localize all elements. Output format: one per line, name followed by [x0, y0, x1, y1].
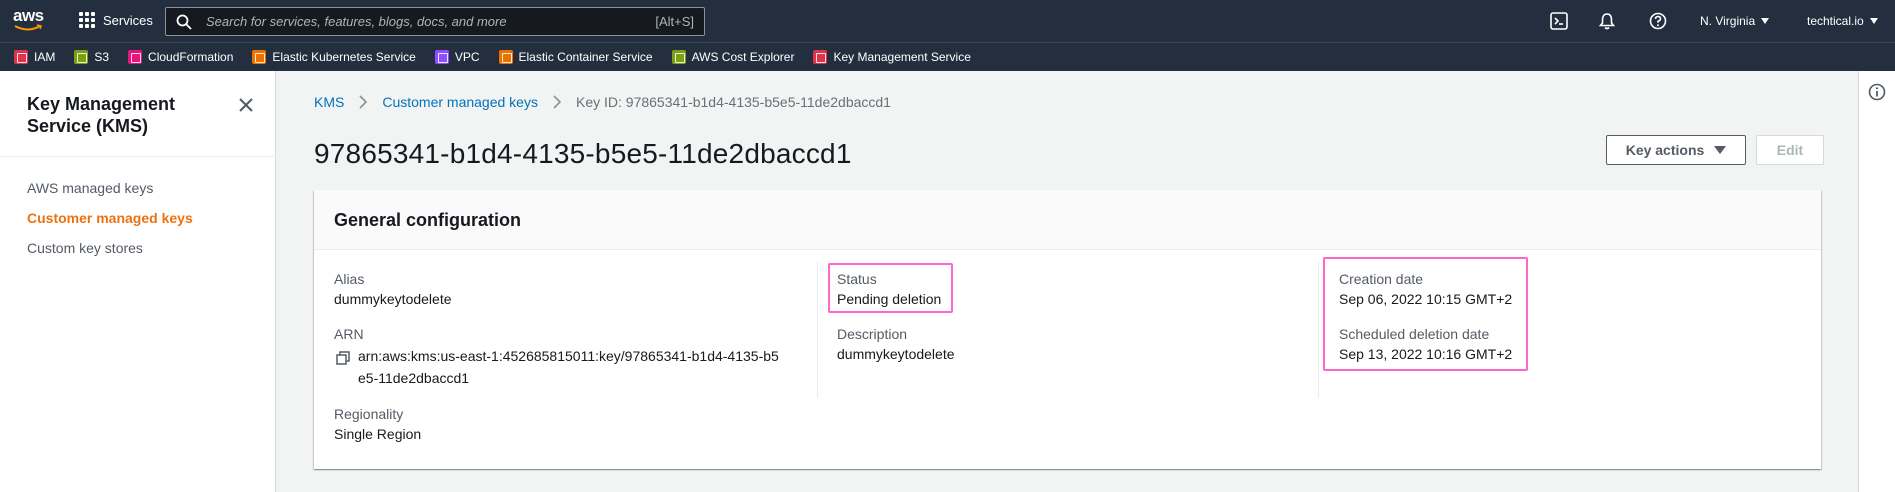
regionality-label: Regionality [334, 406, 404, 422]
copy-icon[interactable] [336, 351, 350, 365]
breadcrumb-kms[interactable]: KMS [314, 94, 344, 110]
alias-value: dummykeytodelete [334, 291, 452, 307]
service-icon [498, 50, 513, 64]
description-value: dummykeytodelete [837, 346, 955, 362]
creation-date-value: Sep 06, 2022 10:15 GMT+2 [1339, 291, 1513, 307]
favorite-s3[interactable]: S3 [74, 50, 109, 64]
favorite-key-management-service[interactable]: Key Management Service [813, 50, 971, 64]
service-icon [252, 50, 267, 64]
search-input[interactable]: Search for services, features, blogs, do… [206, 14, 655, 29]
key-actions-button[interactable]: Key actions [1606, 135, 1746, 165]
arn-label: ARN [334, 326, 364, 342]
sidebar-divider [0, 156, 276, 157]
favorite-label: S3 [94, 50, 110, 64]
breadcrumb: KMS Customer managed keys Key ID: 978653… [314, 94, 891, 110]
services-menu-button[interactable]: Services [79, 12, 153, 28]
favorite-elastic-container-service[interactable]: Elastic Container Service [498, 50, 653, 64]
favorite-label: CloudFormation [148, 50, 234, 64]
service-icon [14, 50, 28, 64]
alias-label: Alias [334, 271, 365, 287]
search-icon [176, 14, 192, 30]
sidebar-item-customer-managed-keys[interactable]: Customer managed keys [27, 210, 193, 226]
service-icon [128, 50, 143, 64]
breadcrumb-customer-managed-keys[interactable]: Customer managed keys [382, 94, 538, 110]
caret-down-icon [1714, 146, 1727, 154]
sidebar-item-aws-managed-keys[interactable]: AWS managed keys [27, 180, 153, 196]
aws-logo[interactable]: aws [13, 6, 47, 34]
cloudshell-icon[interactable] [1550, 12, 1568, 30]
favorite-cloudformation[interactable]: CloudFormation [128, 50, 233, 64]
favorite-vpc[interactable]: VPC [434, 50, 480, 64]
panel-header: General configuration [314, 190, 1821, 250]
side-navigation: Key Management Service (KMS) AWS managed… [0, 71, 276, 492]
search-shortcut-hint: [Alt+S] [655, 14, 694, 29]
chevron-down-icon [1761, 18, 1770, 24]
favorite-label: AWS Cost Explorer [691, 50, 795, 64]
chevron-down-icon [1869, 18, 1878, 24]
favorite-label: IAM [34, 50, 56, 64]
scheduled-deletion-label: Scheduled deletion date [1339, 326, 1490, 342]
favorite-label: VPC [454, 50, 480, 64]
account-label: techtical.io [1807, 14, 1864, 28]
top-navigation: aws Services Search for services, featur… [0, 0, 1895, 42]
bell-icon[interactable] [1598, 12, 1616, 30]
key-actions-label: Key actions [1625, 142, 1705, 158]
chevron-right-icon [553, 95, 562, 109]
search-bar[interactable]: Search for services, features, blogs, do… [165, 7, 705, 36]
general-configuration-panel: General configuration Alias dummykeytode… [314, 190, 1821, 469]
sidebar-title: Key Management Service (KMS) [27, 94, 176, 136]
creation-date-label: Creation date [1339, 271, 1424, 287]
edit-button[interactable]: Edit [1756, 135, 1824, 165]
status-label: Status [837, 271, 877, 287]
breadcrumb-current: Key ID: 97865341-b1d4-4135-b5e5-11de2dba… [575, 94, 891, 110]
service-icon [671, 50, 686, 64]
tools-panel-strip [1858, 71, 1895, 492]
aws-logo-text: aws [13, 6, 44, 25]
region-selector[interactable]: N. Virginia [1700, 14, 1770, 28]
description-label: Description [837, 326, 908, 342]
column-divider [1318, 262, 1319, 398]
scheduled-deletion-value: Sep 13, 2022 10:16 GMT+2 [1339, 346, 1513, 362]
chevron-right-icon [359, 95, 368, 109]
arn-value-line1: arn:aws:kms:us-east-1:452685815011:key/9… [358, 348, 779, 364]
favorite-label: Elastic Kubernetes Service [272, 50, 416, 64]
aws-smile-icon [14, 24, 42, 31]
region-label: N. Virginia [1700, 14, 1756, 28]
close-icon[interactable] [236, 95, 256, 115]
panel-title: General configuration [334, 210, 522, 230]
favorite-aws-cost-explorer[interactable]: AWS Cost Explorer [671, 50, 795, 64]
account-menu[interactable]: techtical.io [1807, 14, 1878, 28]
favorite-iam[interactable]: IAM [14, 50, 55, 64]
status-value: Pending deletion [837, 291, 942, 307]
help-icon[interactable] [1649, 12, 1667, 30]
arn-value-line2: e5-11de2dbaccd1 [358, 370, 470, 386]
service-icon [434, 50, 449, 64]
info-icon[interactable] [1868, 83, 1886, 101]
service-icon [74, 50, 89, 64]
favorite-label: Elastic Container Service [518, 50, 653, 64]
favorites-bar: IAM S3 CloudFormation Elastic Kubernetes Se… [0, 42, 1895, 71]
service-icon [813, 50, 828, 64]
column-divider [817, 262, 818, 398]
sidebar-item-custom-key-stores[interactable]: Custom key stores [27, 240, 143, 256]
services-label: Services [103, 12, 153, 28]
favorite-elastic-kubernetes-service[interactable]: Elastic Kubernetes Service [252, 50, 416, 64]
regionality-value: Single Region [334, 426, 422, 442]
services-grid-icon [79, 12, 95, 28]
page-title: 97865341-b1d4-4135-b5e5-11de2dbaccd1 [314, 138, 852, 169]
favorite-label: Key Management Service [833, 50, 971, 64]
